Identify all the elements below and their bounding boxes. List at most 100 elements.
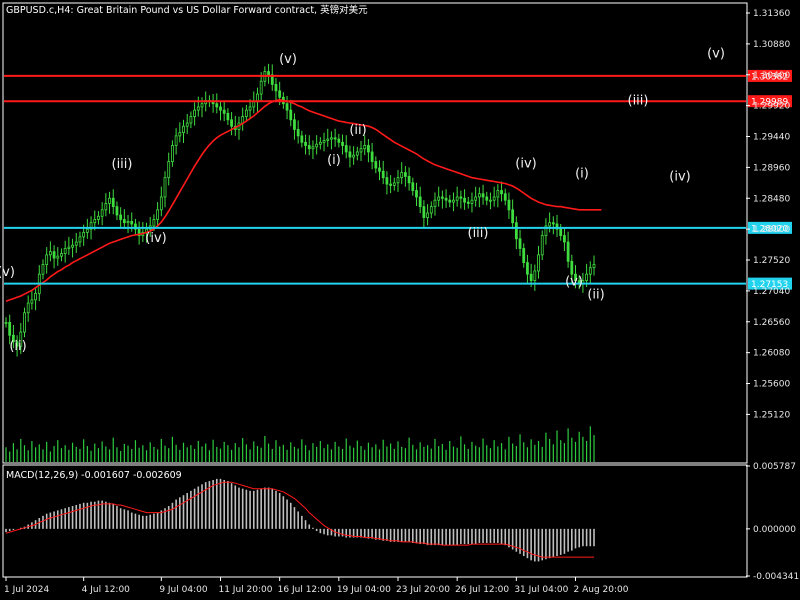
candle-body [215,103,219,108]
candle-body [474,196,478,201]
candle-body [363,145,367,150]
time-tick-label: 31 Jul 04:00 [514,585,568,595]
price-tick-label: 1.29920 [753,102,790,112]
candle-body [126,221,130,224]
wave-label: (ii) [349,123,366,138]
candle-body [592,264,596,269]
candle-body [241,116,245,124]
candle-body [422,206,426,218]
candle-body [500,190,503,195]
wave-label: (i) [327,153,341,168]
price-tick-label: 1.28960 [753,163,790,173]
candle-body [570,260,574,275]
candle-body [300,135,304,143]
candle-body [385,177,389,185]
candle-body [318,141,322,145]
macd-tick-label: 0.005787 [753,462,796,472]
candle-body [333,137,337,140]
candle-body [115,206,119,216]
chart-title: GBPUSD.c,H4: Great Britain Pound vs US D… [6,4,368,16]
candle-body [511,209,515,224]
candle-body [274,84,278,92]
candle-body [45,254,49,265]
candle-body [304,141,307,146]
candle-body [326,138,330,141]
candle-body [108,197,111,204]
candle-body [222,109,226,114]
candle-body [285,103,289,111]
candle-body [189,116,193,124]
candle-body [104,203,108,211]
candle-body [156,209,160,220]
candle-body [293,119,296,130]
price-tick-label: 1.26080 [753,349,790,359]
candle-body [82,231,86,238]
time-tick-label: 1 Jul 2024 [4,585,49,595]
price-tick-label: 1.27040 [753,287,790,297]
candle-body [337,138,341,143]
candle-body [289,109,293,121]
candle-body [119,214,123,220]
candle-body [470,199,474,204]
candle-body [341,141,344,146]
candle-body [466,201,470,204]
candle-body [526,262,529,275]
candle-body [311,146,315,150]
price-tick-label: 1.26560 [753,318,790,328]
candle-body [252,101,256,108]
time-tick-label: 26 Jul 12:00 [455,585,509,595]
candle-body [433,199,437,208]
candle-body [97,215,100,220]
candle-body [344,145,348,153]
time-tick-label: 19 Jul 04:00 [337,585,391,595]
candle-body [481,193,485,198]
candle-body [259,80,263,95]
candle-body [548,222,552,227]
macd-tick-label: 0.000000 [753,525,796,535]
candle-body [489,199,492,202]
candle-body [551,222,555,225]
candle-body [381,170,385,179]
candle-body [533,270,537,282]
candle-body [492,196,496,201]
candle-body [359,148,363,153]
candle-body [411,182,415,191]
candle-body [122,219,126,224]
candle-body [429,206,433,214]
candle-body [56,255,60,259]
candle-body [307,145,311,150]
macd-tick-label: -0.004341 [753,572,799,582]
candle-body [496,190,500,198]
candle-body [355,151,359,156]
candle-body [100,209,104,217]
candle-body [63,248,67,254]
candle-body [34,293,37,301]
candle-body [426,212,429,218]
candle-body [193,109,197,117]
candle-body [514,222,518,240]
candle-body [226,112,230,121]
candle-body [41,264,45,275]
candle-body [178,132,182,137]
wave-label: (iv) [669,169,690,184]
candle-body [163,177,167,198]
price-tick-label: 1.28000 [753,225,790,235]
price-chart[interactable]: 1.303821.299891.280201.27153 (v)(ii)(iii… [0,0,800,600]
candle-body [182,125,185,134]
candle-body [440,196,444,199]
candle-body [278,90,282,98]
candle-body [529,273,533,282]
candle-body [74,241,78,246]
candle-body [418,196,422,208]
candle-body [174,135,178,146]
candle-body [559,228,563,236]
price-tick-label: 1.30880 [753,40,790,50]
candle-body [30,299,34,304]
candle-body [196,106,200,111]
candle-body [448,199,452,203]
wave-label: (iv) [515,156,536,171]
candle-body [8,322,12,336]
price-tick-label: 1.25600 [753,380,790,390]
candle-body [348,151,352,158]
candle-body [52,251,56,259]
